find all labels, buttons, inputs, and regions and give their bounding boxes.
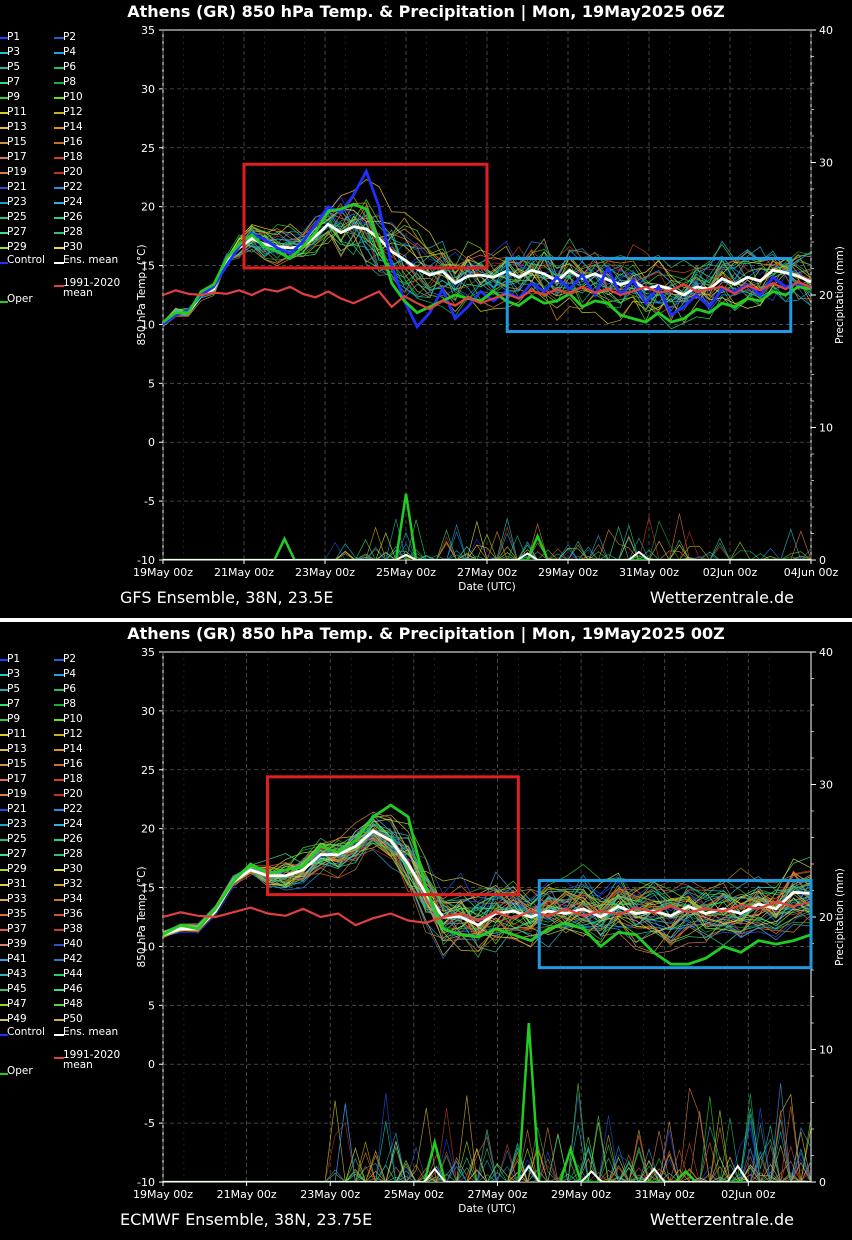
x-tick-label: 02Jun 00z (721, 1188, 776, 1201)
y-tick-label: 35 (141, 24, 155, 37)
x-tick-label: 21May 00z (214, 566, 274, 579)
x-tick-label: 23May 00z (295, 566, 355, 579)
x-tick-label: 31May 00z (619, 566, 679, 579)
member-line (163, 822, 811, 958)
y-tick-label: 30 (141, 83, 155, 96)
y2-tick-label: 10 (819, 1044, 833, 1057)
chart-svg: -10-50510152025303501020304019May 00z 21M… (133, 646, 846, 1215)
y-tick-label: 5 (148, 999, 155, 1012)
y-tick-label: 0 (148, 436, 155, 449)
y-tick-label: 20 (141, 201, 155, 214)
y-tick-label: 35 (141, 646, 155, 659)
model-label: GFS Ensemble, 38N, 23.5E (120, 588, 334, 607)
x-tick-label: 25May 00z (376, 566, 436, 579)
y-tick-label: 25 (141, 142, 155, 155)
x-axis-label: Date (UTC) (458, 1203, 515, 1215)
y2-tick-label: 0 (819, 1176, 826, 1189)
member-precip-line (163, 1087, 811, 1182)
member-precip-line (163, 1110, 811, 1182)
y2-tick-label: 40 (819, 646, 833, 659)
gfs-panel: Athens (GR) 850 hPa Temp. & Precipitatio… (0, 0, 852, 618)
x-tick-label: 31May 00z (635, 1188, 695, 1201)
y-tick-label: -5 (144, 495, 155, 508)
member-precip-line (163, 1107, 811, 1182)
member-precip-line (163, 1150, 811, 1182)
member-precip-line (163, 1108, 811, 1182)
precip-ens-mean (163, 1164, 811, 1182)
brand-label: Wetterzentrale.de (649, 588, 794, 607)
member-precip-line (163, 1105, 811, 1182)
chart-svg: -10-50510152025303501020304019May 00z 21M… (133, 24, 846, 593)
y2-tick-label: 40 (819, 24, 833, 37)
x-tick-label: 02Jun 00z (703, 566, 758, 579)
y2-tick-label: 30 (819, 779, 833, 792)
y2-tick-label: 20 (819, 289, 833, 302)
y2-axis-label: Precipitation (mm) (834, 246, 846, 344)
member-precip-line (163, 1102, 811, 1182)
x-axis-label: Date (UTC) (458, 581, 515, 593)
y2-tick-label: 10 (819, 422, 833, 435)
y-axis-label: 850 hPa Temp. (°C) (136, 244, 148, 345)
x-tick-label: 29May 00z (538, 566, 598, 579)
x-tick-label: 19May 00z (133, 566, 193, 579)
y2-tick-label: 20 (819, 911, 833, 924)
x-tick-label: 27May 00z (467, 1188, 527, 1201)
member-precip-line (163, 1100, 811, 1182)
ecmwf-panel: Athens (GR) 850 hPa Temp. & Precipitatio… (0, 622, 852, 1240)
x-tick-label: 27May 00z (457, 566, 517, 579)
x-tick-label: 25May 00z (384, 1188, 444, 1201)
member-precip-line (163, 1107, 811, 1182)
y-tick-label: 25 (141, 764, 155, 777)
x-tick-label: 04Jun 00z (784, 566, 839, 579)
x-tick-label: 29May 00z (551, 1188, 611, 1201)
x-tick-label: 23May 00z (300, 1188, 360, 1201)
brand-label: Wetterzentrale.de (649, 1210, 794, 1229)
x-tick-label: 19May 00z (133, 1188, 193, 1201)
y-tick-label: 0 (148, 1058, 155, 1071)
member-precip-line (163, 1109, 811, 1182)
x-tick-label: 21May 00z (217, 1188, 277, 1201)
y-tick-label: 20 (141, 823, 155, 836)
y-tick-label: 5 (148, 377, 155, 390)
member-line (163, 830, 811, 954)
y-tick-label: -5 (144, 1117, 155, 1130)
y-tick-label: 30 (141, 705, 155, 718)
y2-tick-label: 30 (819, 157, 833, 170)
y-axis-label: 850 hPa Temp. (°C) (136, 866, 148, 967)
member-line (163, 818, 811, 948)
y2-axis-label: Precipitation (mm) (834, 868, 846, 966)
model-label: ECMWF Ensemble, 38N, 23.75E (120, 1210, 373, 1229)
